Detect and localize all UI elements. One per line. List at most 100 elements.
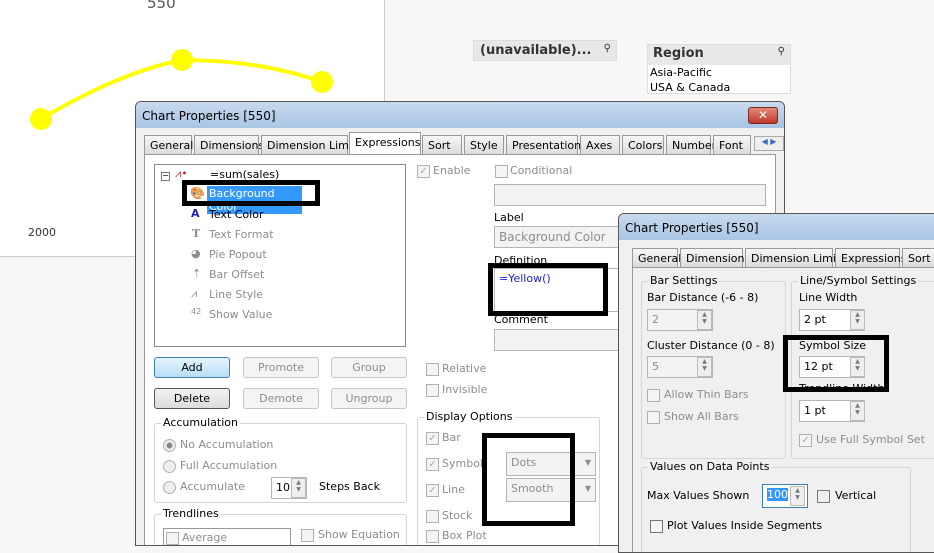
use-full-symbol-set-checkbox[interactable]: ✓ xyxy=(799,434,812,447)
line-width-label: Line Width xyxy=(799,291,858,304)
tab-dimensions[interactable]: Dimensions xyxy=(194,135,264,154)
tab-general[interactable]: General xyxy=(144,135,193,154)
text-color-icon: A xyxy=(191,207,200,220)
show-all-bars-checkbox[interactable] xyxy=(647,411,660,424)
label-caption: Label xyxy=(494,211,524,224)
allow-thin-bars-checkbox[interactable] xyxy=(647,389,660,402)
ungroup-button[interactable]: Ungroup xyxy=(331,388,407,409)
accumulation-group: Accumulation No Accumulation Full Accumu… xyxy=(154,416,407,503)
stock-checkbox[interactable] xyxy=(426,510,439,523)
tree-item-show-value[interactable]: Show Value xyxy=(209,308,272,321)
checkbox-label: Box Plot xyxy=(442,529,487,542)
list-item[interactable]: USA & Canada xyxy=(650,80,788,95)
pie-icon: ◕ xyxy=(191,247,201,260)
group-label: Bar Settings xyxy=(648,274,720,287)
tab-axes[interactable]: Axes xyxy=(580,135,620,154)
radio-accumulate[interactable] xyxy=(163,481,176,494)
cluster-distance-spinner[interactable]: ▲ ▼ xyxy=(697,357,712,377)
tree-item-text-format[interactable]: Text Format xyxy=(209,228,274,241)
chevron-down-icon: ▼ xyxy=(584,484,591,493)
collapse-icon[interactable]: − xyxy=(161,172,170,181)
average-checkbox[interactable] xyxy=(166,532,179,545)
close-button[interactable]: ✕ xyxy=(748,107,778,124)
plot-values-inside-checkbox[interactable] xyxy=(650,520,663,533)
group-label: Accumulation xyxy=(161,416,240,429)
checkbox-label: Vertical xyxy=(835,489,877,502)
tree-item-text-color[interactable]: Text Color xyxy=(209,208,263,221)
max-values-spinner[interactable]: ▲ ▼ xyxy=(790,486,805,506)
tab-dimension-limits[interactable]: Dimension Limits xyxy=(261,135,362,154)
listbox-unavailable[interactable]: (unavailable)... ⚲ xyxy=(473,40,617,61)
listbox-region[interactable]: Region ⚲ Asia-Pacific USA & Canada xyxy=(647,44,791,94)
search-icon[interactable]: ⚲ xyxy=(778,46,785,57)
checkbox-label: Conditional xyxy=(510,164,573,177)
trendline-width-spinner[interactable]: ▲ ▼ xyxy=(850,401,865,421)
radio-label: Full Accumulation xyxy=(180,459,278,472)
tab-font[interactable]: Font xyxy=(713,135,751,154)
group-label: Values on Data Points xyxy=(648,460,772,473)
radio-full-accumulation[interactable] xyxy=(163,460,176,473)
line-checkbox[interactable]: ✓ xyxy=(426,484,439,497)
tab-expressions[interactable]: Expressions xyxy=(349,132,421,155)
conditional-input[interactable] xyxy=(494,184,766,206)
x-axis-label: 2000 xyxy=(28,226,56,239)
listbox-title: (unavailable)... xyxy=(480,43,592,58)
tab-dimensions[interactable]: Dimensions xyxy=(680,248,750,267)
checkbox-label: Show Equation xyxy=(318,528,400,541)
tab-sort[interactable]: Sort xyxy=(902,248,934,267)
steps-spinner[interactable]: ▲ ▼ xyxy=(291,478,306,498)
tab-dimension-limits[interactable]: Dimension Limits xyxy=(745,248,846,267)
tab-presentation[interactable]: Presentation xyxy=(506,135,581,154)
tree-item-pie-popout[interactable]: Pie Popout xyxy=(209,248,267,261)
tab-sort[interactable]: Sort xyxy=(422,135,462,154)
delete-button[interactable]: Delete xyxy=(154,388,230,409)
tab-number[interactable]: Number xyxy=(666,135,716,154)
bar-distance-label: Bar Distance (-6 - 8) xyxy=(647,291,759,304)
title-bar: Chart Properties [550] xyxy=(136,102,784,128)
tree-item-line-style[interactable]: Line Style xyxy=(209,288,263,301)
conditional-checkbox[interactable] xyxy=(495,165,508,178)
show-equation-checkbox[interactable] xyxy=(301,529,314,542)
radio-label: No Accumulation xyxy=(180,438,274,451)
show-value-icon: 42 xyxy=(191,307,202,316)
line-chart-icon: ⩘• xyxy=(175,167,188,180)
invisible-checkbox[interactable] xyxy=(426,384,439,397)
trendlines-group: Trendlines Average Show Equation xyxy=(154,507,407,545)
title-bar: Chart Properties [550] xyxy=(619,214,934,240)
line-style-icon: ⩘ xyxy=(191,287,198,300)
promote-button[interactable]: Promote xyxy=(243,357,319,378)
enable-checkbox[interactable]: ✓ xyxy=(417,165,430,178)
line-width-spinner[interactable]: ▲ ▼ xyxy=(850,310,865,330)
checkbox-label: Relative xyxy=(442,362,487,375)
search-icon[interactable]: ⚲ xyxy=(604,43,611,54)
data-point xyxy=(171,49,193,71)
bar-settings-group: Bar Settings Bar Distance (-6 - 8) 2 ▲ ▼ … xyxy=(641,274,786,459)
group-label: Trendlines xyxy=(161,507,221,520)
bar-distance-spinner[interactable]: ▲ ▼ xyxy=(697,310,712,330)
group-button[interactable]: Group xyxy=(331,357,407,378)
radio-no-accumulation[interactable] xyxy=(163,439,176,452)
checkbox-label: Invisible xyxy=(442,383,488,396)
group-label: Display Options xyxy=(424,410,515,423)
tab-scroll-arrows[interactable]: ◀ ▶ xyxy=(754,136,784,151)
relative-checkbox[interactable] xyxy=(426,363,439,376)
demote-button[interactable]: Demote xyxy=(243,388,319,409)
checkbox-label: Stock xyxy=(442,509,473,522)
tab-style[interactable]: Style xyxy=(464,135,504,154)
tab-colors[interactable]: Colors xyxy=(622,135,664,154)
list-item[interactable]: Asia-Pacific xyxy=(650,65,788,80)
add-button[interactable]: Add xyxy=(154,357,230,378)
tab-expressions[interactable]: Expressions xyxy=(835,248,906,267)
tab-general[interactable]: General xyxy=(632,248,681,267)
checkbox-label: Show All Bars xyxy=(664,410,739,423)
listbox-title: Region xyxy=(653,46,704,61)
chart-properties-dialog-2: Chart Properties [550] General Dimension… xyxy=(618,213,934,553)
box-plot-checkbox[interactable] xyxy=(426,530,439,543)
bar-checkbox[interactable]: ✓ xyxy=(426,432,439,445)
symbol-checkbox[interactable]: ✓ xyxy=(426,458,439,471)
trendlines-list[interactable]: Average xyxy=(163,528,291,545)
checkbox-label: Plot Values Inside Segments xyxy=(667,519,823,532)
vertical-checkbox[interactable] xyxy=(817,490,830,503)
tree-item-bar-offset[interactable]: Bar Offset xyxy=(209,268,264,281)
comment-caption: Comment xyxy=(494,313,548,326)
